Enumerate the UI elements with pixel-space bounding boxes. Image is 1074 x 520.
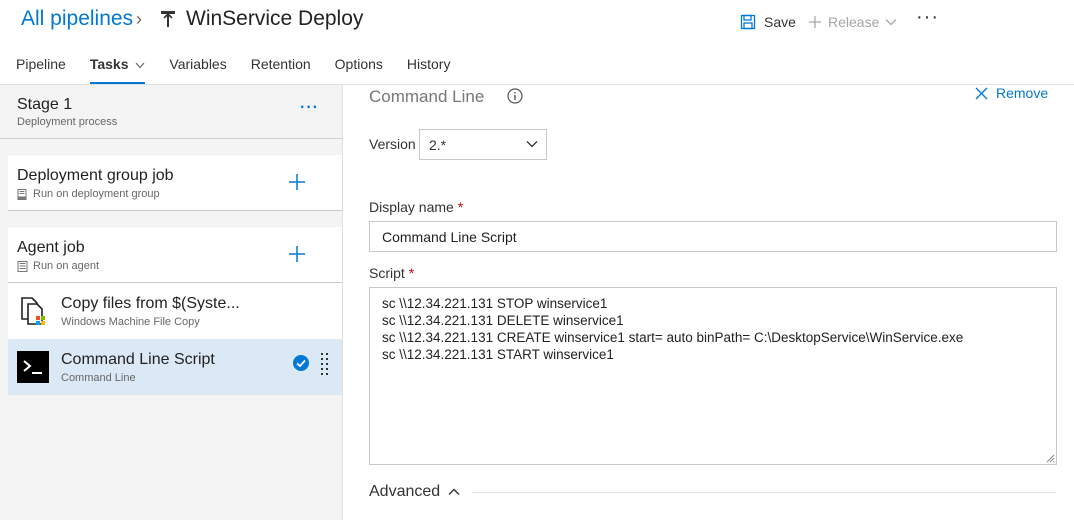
required-marker: * — [408, 265, 415, 281]
tab-pipeline[interactable]: Pipeline — [16, 52, 66, 84]
breadcrumb-all-pipelines[interactable]: All pipelines — [21, 7, 133, 31]
tab-variables[interactable]: Variables — [169, 52, 226, 84]
checkmark-icon — [293, 355, 309, 371]
display-name-label-text: Display name — [369, 199, 454, 215]
more-actions-button[interactable]: ··· — [916, 6, 939, 29]
page-title: WinService Deploy — [186, 7, 364, 30]
chevron-down-icon — [885, 19, 897, 26]
script-line: sc \\12.34.221.131 CREATE winservice1 st… — [382, 330, 964, 345]
add-task-button[interactable] — [288, 241, 306, 267]
task-item-copy-files[interactable]: Copy files from $(Syste... Windows Machi… — [8, 283, 342, 339]
drag-handle-icon[interactable] — [320, 352, 330, 380]
tab-retention[interactable]: Retention — [251, 52, 311, 84]
tab-bar: Pipeline Tasks Variables Retention Optio… — [0, 52, 458, 84]
script-line: sc \\12.34.221.131 DELETE winservice1 — [382, 313, 624, 328]
display-name-input[interactable] — [369, 221, 1057, 252]
save-icon — [740, 14, 756, 30]
server-icon — [17, 260, 28, 272]
release-button[interactable]: Release — [808, 12, 897, 32]
close-icon — [975, 87, 988, 99]
release-label: Release — [828, 14, 880, 30]
script-label: Script * — [369, 265, 414, 281]
plus-icon — [289, 174, 305, 190]
task-title: Command Line Script — [61, 351, 215, 368]
job-deployment-group[interactable]: Deployment group job Run on deployment g… — [8, 155, 342, 211]
add-task-button[interactable] — [288, 169, 306, 195]
job-agent[interactable]: Agent job Run on agent — [8, 227, 342, 283]
tab-options[interactable]: Options — [335, 52, 383, 84]
stage-subtitle: Deployment process — [17, 116, 118, 128]
task-subtitle: Windows Machine File Copy — [61, 316, 200, 328]
required-marker: * — [457, 199, 464, 215]
tab-history[interactable]: History — [407, 52, 451, 84]
plus-icon — [289, 246, 305, 262]
script-textarea[interactable]: sc \\12.34.221.131 STOP winservice1 sc \… — [369, 287, 1057, 465]
stage-header[interactable]: Stage 1 Deployment process ··· — [0, 85, 342, 139]
save-label: Save — [764, 14, 796, 30]
server-icon — [17, 188, 27, 200]
task-item-command-line[interactable]: Command Line Script Command Line — [8, 339, 342, 395]
task-details-title: Command Line — [369, 87, 485, 106]
task-subtitle: Command Line — [61, 372, 136, 384]
script-label-text: Script — [369, 265, 405, 281]
display-name-label: Display name * — [369, 199, 463, 215]
task-list-panel: Stage 1 Deployment process ··· Deploymen… — [0, 85, 343, 520]
tab-tasks[interactable]: Tasks — [89, 52, 146, 84]
version-label: Version — [369, 136, 416, 152]
job-subtitle: Run on agent — [17, 260, 99, 272]
job-subtitle-text: Run on deployment group — [33, 188, 160, 200]
task-details-panel: Command Line Remove Version 2.* Display … — [344, 85, 1074, 520]
advanced-section-toggle[interactable]: Advanced — [369, 483, 460, 501]
job-subtitle-text: Run on agent — [33, 260, 100, 272]
pipeline-icon — [161, 11, 175, 27]
job-title: Agent job — [17, 239, 85, 256]
chevron-up-icon — [448, 488, 460, 495]
chevron-down-icon — [135, 62, 145, 69]
script-line: sc \\12.34.221.131 START winservice1 — [382, 347, 614, 362]
script-line: sc \\12.34.221.131 STOP winservice1 — [382, 296, 608, 311]
header: All pipelines › WinService Deploy Save R… — [0, 0, 1074, 42]
remove-task-button[interactable]: Remove — [975, 85, 1048, 101]
info-icon[interactable] — [507, 88, 523, 104]
save-button[interactable]: Save — [740, 12, 796, 32]
divider — [472, 492, 1056, 493]
stage-more-button[interactable]: ··· — [300, 99, 319, 117]
task-title: Copy files from $(Syste... — [61, 295, 240, 312]
remove-label: Remove — [996, 85, 1049, 101]
job-subtitle: Run on deployment group — [17, 188, 160, 200]
chevron-right-icon: › — [136, 9, 142, 29]
tab-tasks-label: Tasks — [89, 56, 129, 72]
terminal-icon — [17, 351, 49, 383]
advanced-label: Advanced — [369, 483, 441, 500]
job-title: Deployment group job — [17, 167, 174, 184]
plus-icon — [809, 16, 821, 28]
version-value: 2.* — [429, 137, 447, 153]
resize-handle-icon[interactable] — [1045, 453, 1055, 463]
chevron-down-icon — [526, 141, 538, 148]
file-copy-icon — [21, 297, 45, 325]
stage-title: Stage 1 — [17, 96, 73, 113]
version-dropdown[interactable]: 2.* — [419, 129, 547, 160]
